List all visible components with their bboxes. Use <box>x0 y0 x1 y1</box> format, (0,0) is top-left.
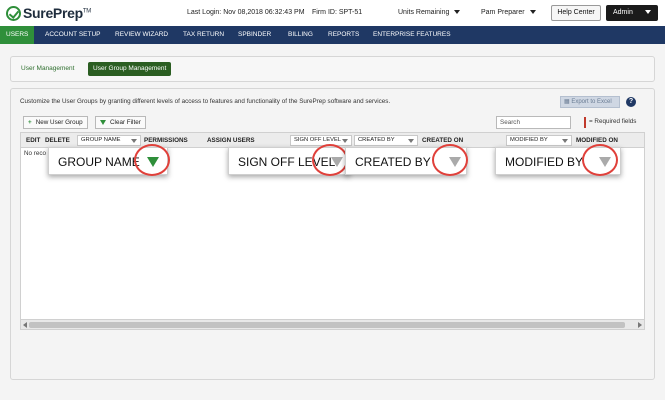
main-nav: USERS ACCOUNT SETUP REVIEW WIZARD TAX RE… <box>0 26 665 44</box>
nav-enterprise-features[interactable]: ENTERPRISE FEATURES <box>373 26 451 44</box>
scroll-thumb[interactable] <box>29 322 625 328</box>
last-login-text: Last Login: Nov 08,2018 06:32:43 PM <box>187 9 305 16</box>
clear-filter-button[interactable]: Clear Filter <box>95 116 146 129</box>
modified-by-filter[interactable]: MODIFIED BY <box>506 135 572 146</box>
sign-off-level-filter[interactable]: SIGN OFF LEVEL <box>290 135 352 146</box>
filter-icon <box>342 139 348 143</box>
nav-reports[interactable]: REPORTS <box>328 26 359 44</box>
nav-users[interactable]: USERS <box>0 26 35 44</box>
subtab-bar: User Management User Group Management <box>10 56 655 82</box>
filter-icon <box>131 139 137 143</box>
chevron-down-icon <box>454 10 461 15</box>
user-menu-dropdown[interactable]: Pam Preparer <box>481 9 536 16</box>
col-assign-users: ASSIGN USERS <box>207 137 255 144</box>
scroll-left-icon[interactable] <box>23 322 27 328</box>
nav-tax-return[interactable]: TAX RETURN <box>183 26 224 44</box>
sureprep-logo[interactable]: SurePrepTM <box>6 5 91 21</box>
highlight-circle <box>134 144 170 176</box>
tab-user-group-management[interactable]: User Group Management <box>88 62 172 76</box>
chevron-down-icon <box>644 10 651 15</box>
required-fields-note: = Required fields <box>589 118 637 125</box>
created-by-filter[interactable]: CREATED BY <box>354 135 418 146</box>
scroll-right-icon[interactable] <box>638 322 642 328</box>
horizontal-scrollbar[interactable] <box>21 319 644 329</box>
help-icon[interactable]: ? <box>626 97 636 107</box>
highlight-circle <box>582 144 618 176</box>
search-input[interactable]: Search <box>496 116 571 129</box>
col-delete: DELETE <box>45 137 70 144</box>
checkmark-logo-icon <box>6 5 21 21</box>
nav-billing[interactable]: BILLING <box>288 26 313 44</box>
new-user-group-button[interactable]: + New User Group <box>23 116 88 129</box>
firm-id-text: Firm ID: SPT-51 <box>312 9 363 16</box>
top-bar: SurePrepTM Last Login: Nov 08,2018 06:32… <box>0 0 665 26</box>
filter-icon <box>408 139 414 143</box>
logo-text: SurePrepTM <box>23 5 91 21</box>
export-to-excel-button[interactable]: ▦ Export to Excel <box>560 96 620 108</box>
required-marker <box>584 117 586 128</box>
admin-dropdown[interactable]: Admin <box>606 5 658 21</box>
group-name-filter[interactable]: GROUP NAME <box>77 135 141 146</box>
highlight-circle <box>312 144 348 176</box>
col-edit: EDIT <box>26 137 41 144</box>
panel-description: Customize the User Groups by granting di… <box>20 98 391 105</box>
no-records-text: No reco <box>24 150 47 157</box>
highlight-circle <box>432 144 468 176</box>
tab-user-management[interactable]: User Management <box>17 62 78 76</box>
filter-icon <box>562 139 568 143</box>
help-center-button[interactable]: Help Center <box>551 5 601 21</box>
nav-review-wizard[interactable]: REVIEW WIZARD <box>115 26 168 44</box>
filter-icon <box>100 119 106 125</box>
nav-spbinder[interactable]: SPBINDER <box>238 26 271 44</box>
units-remaining-dropdown[interactable]: Units Remaining <box>398 9 461 16</box>
nav-account-setup[interactable]: ACCOUNT SETUP <box>45 26 101 44</box>
chevron-down-icon <box>529 10 536 15</box>
plus-icon: + <box>28 119 32 126</box>
